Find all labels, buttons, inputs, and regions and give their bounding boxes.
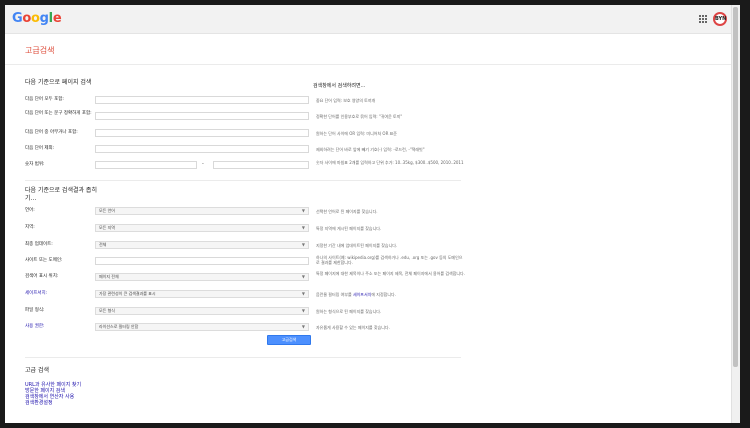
any-words-hint: 원하는 단어 사이에 OR 입력: 미니어처 OR 표준 [316,131,397,136]
bottom-heading: 고급 검색 [25,367,49,374]
safesearch-value: 가장 관련성이 큰 검색결과를 표시 [99,291,156,296]
usage-rights-label[interactable]: 사용 권한: [25,324,95,330]
none-words-hint: 제외하려는 단어 바로 앞에 빼기 기호(-) 입력: -로드런, -"잭래빗" [316,147,425,152]
logo-letter: g [39,11,49,26]
terms-appearing-value: 페이지 전체 [99,274,119,279]
dropdown-arrow-icon: ▼ [301,208,305,213]
safesearch-hint-link[interactable]: 세이프서치 [353,292,371,297]
region-value: 모든 지역 [99,225,115,230]
all-words-input[interactable] [95,96,309,104]
usage-rights-hint: 자유롭게 사용할 수 있는 페이지를 찾습니다. [316,325,390,330]
number-range-from-input[interactable] [95,161,197,169]
none-words-input[interactable] [95,145,309,153]
terms-appearing-hint: 특정 페이지에 대한 제목이나 주소 또는 페이지 제목, 전체 페이지에서 용… [316,271,466,276]
scrollbar-thumb[interactable] [733,7,738,367]
dropdown-arrow-icon: ▼ [301,242,305,247]
dropdown-arrow-icon: ▼ [301,225,305,230]
number-range-to-input[interactable] [213,161,309,169]
number-range-label: 숫자 범위: [25,162,45,167]
number-range-dash: - [202,161,204,167]
advanced-search-button[interactable]: 고급검색 [267,335,311,345]
number-range-hint: 숫자 사이에 마침표 2개를 입력하고 단위 추가: 10..35kg, $30… [316,160,464,165]
site-domain-label: 사이트 또는 도메인: [25,258,63,263]
search-settings-link[interactable]: 검색환경설정 [25,400,53,406]
last-update-hint: 지정한 기간 내에 업데이트된 페이지를 찾습니다. [316,243,398,248]
account-avatar[interactable]: BYN [713,12,727,26]
top-bar: Google BYN [5,5,732,34]
title-row: 고급검색 [5,34,732,65]
all-words-hint: 중요 단어 입력: 보호 영양의 토끼개 [316,98,376,103]
terms-appearing-label: 검색어 표시 위치: [25,274,59,279]
site-domain-hint: 하나의 사이트(예: wikipedia.org)를 검색하거나 .edu, .… [316,255,463,265]
usage-rights-select[interactable]: 라이선스로 필터링 안함 ▼ [95,323,309,331]
language-value: 모든 언어 [99,208,115,213]
page-title: 고급검색 [25,46,55,55]
none-words-label: 다음 단어 제외: [25,146,55,151]
logo-letter: o [31,11,40,26]
region-label: 지역: [25,225,35,230]
logo-letter: G [12,11,23,26]
vertical-scrollbar[interactable] [731,5,740,423]
file-type-value: 모든 형식 [99,308,115,313]
safesearch-label[interactable]: 세이프서치: [25,291,95,297]
usage-rights-value: 라이선스로 필터링 안함 [99,324,139,329]
region-hint: 특정 지역에 게시된 페이지를 찾습니다. [316,226,382,231]
all-words-label: 다음 단어 모두 포함: [25,97,64,102]
narrow-heading: 다음 기준으로 검색결과 좁히기... [25,187,97,202]
apps-grid-icon[interactable] [699,15,707,23]
region-select[interactable]: 모든 지역 ▼ [95,224,309,232]
last-update-value: 전체 [99,242,107,247]
logo-letter: e [52,11,62,26]
any-words-label: 다음 단어 중 아무거나 포함: [25,130,78,135]
file-type-select[interactable]: 모든 형식 ▼ [95,307,309,315]
safesearch-select[interactable]: 가장 관련성이 큰 검색결과를 표시 ▼ [95,290,309,298]
dropdown-arrow-icon: ▼ [301,291,305,296]
language-select[interactable]: 모든 언어 ▼ [95,207,309,215]
find-pages-heading: 다음 기준으로 페이지 검색 [25,79,92,86]
logo-letter: o [22,11,32,26]
file-type-label: 파일 형식: [25,308,45,313]
terms-appearing-select[interactable]: 페이지 전체 ▼ [95,273,309,281]
exact-phrase-hint: 정확한 단어를 인용부호로 묶어 입력: "귀여운 토끼" [316,114,403,119]
section-divider [25,357,461,358]
safesearch-hint: 음란물 필터링 여부를 세이프서치에 지정합니다. [316,292,396,297]
side-heading: 검색창에서 검색하려면... [313,83,366,89]
last-update-label: 최종 업데이트: [25,242,53,247]
exact-phrase-input[interactable] [95,112,309,120]
section-divider [25,180,461,181]
file-type-hint: 원하는 형식으로 된 페이지를 찾습니다. [316,309,382,314]
dropdown-arrow-icon: ▼ [301,274,305,279]
browser-viewport: Google BYN 고급검색 다음 기준으로 페이지 검색 검색창에서 검색하… [5,5,740,423]
dropdown-arrow-icon: ▼ [301,308,305,313]
language-label: 언어: [25,208,35,213]
site-domain-input[interactable] [95,257,309,265]
any-words-input[interactable] [95,129,309,137]
language-hint: 선택한 언어로 된 페이지를 찾습니다. [316,209,378,214]
last-update-select[interactable]: 전체 ▼ [95,241,309,249]
dropdown-arrow-icon: ▼ [301,324,305,329]
google-logo[interactable]: Google [12,11,62,26]
exact-phrase-label: 다음 단어 또는 문구 정확하게 포함: [25,111,92,116]
